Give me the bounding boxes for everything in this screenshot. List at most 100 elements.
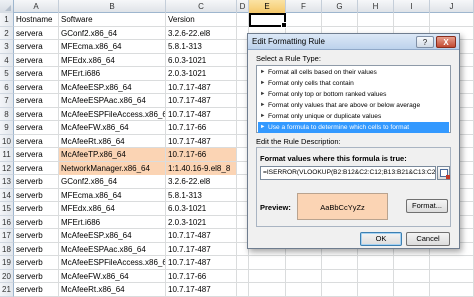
software-cell[interactable]: McAfeeESPAac.x86_64 (59, 94, 166, 107)
row-header[interactable]: 1 (0, 13, 14, 27)
row-header[interactable]: 9 (0, 121, 14, 135)
hostname-cell[interactable]: serverb (14, 175, 59, 188)
software-cell[interactable]: NetworkManager.x86_64 (59, 161, 166, 175)
hostname-cell[interactable]: servera (14, 134, 59, 148)
empty-cell[interactable] (394, 256, 430, 269)
version-cell[interactable]: 3.2.6-22.el8 (166, 26, 237, 40)
row-header[interactable]: 7 (0, 94, 14, 108)
software-cell[interactable]: MFErt.i686 (59, 67, 166, 80)
empty-cell[interactable] (249, 256, 286, 269)
hostname-cell[interactable]: servera (14, 53, 59, 67)
hostname-cell[interactable]: Hostname (14, 13, 59, 26)
hostname-cell[interactable]: serverb (14, 188, 59, 202)
column-header-c[interactable]: C (166, 0, 237, 13)
empty-cell[interactable] (237, 256, 249, 269)
software-cell[interactable]: GConf2.x86_64 (59, 26, 166, 40)
row-header[interactable]: 6 (0, 80, 14, 94)
rule-type-option[interactable]: Format only cells that contain (258, 78, 449, 89)
row-header[interactable]: 5 (0, 67, 14, 81)
software-cell[interactable]: GConf2.x86_64 (59, 175, 166, 188)
version-cell[interactable]: 10.7.17-487 (166, 256, 237, 269)
software-cell[interactable]: McAfeeESP.x86_64 (59, 229, 166, 242)
software-cell[interactable]: McAfeeFW.x86_64 (59, 121, 166, 134)
column-header-a[interactable]: A (14, 0, 59, 13)
empty-cell[interactable] (394, 283, 430, 296)
version-cell[interactable]: 10.7.17-66 (166, 269, 237, 283)
rule-type-option[interactable]: Format only values that are above or bel… (258, 100, 449, 111)
row-header[interactable]: 18 (0, 242, 14, 256)
empty-cell[interactable] (358, 256, 394, 269)
hostname-cell[interactable]: servera (14, 148, 59, 161)
empty-cell[interactable] (322, 269, 358, 283)
hostname-cell[interactable]: servera (14, 161, 59, 175)
software-cell[interactable]: McAfeeTP.x86_64 (59, 148, 166, 161)
version-cell[interactable]: 5.8.1-313 (166, 188, 237, 202)
column-header-f[interactable]: F (286, 0, 322, 13)
hostname-cell[interactable]: serverb (14, 215, 59, 229)
version-cell[interactable]: 10.7.17-487 (166, 80, 237, 94)
version-cell[interactable]: 2.0.3-1021 (166, 215, 237, 229)
format-button[interactable]: Format... (406, 199, 448, 213)
version-cell[interactable]: 10.7.17-487 (166, 134, 237, 148)
software-cell[interactable]: MFEcma.x86_64 (59, 188, 166, 202)
version-cell[interactable]: 10.7.17-487 (166, 107, 237, 121)
row-header[interactable]: 21 (0, 283, 14, 297)
version-cell[interactable]: 10.7.17-487 (166, 94, 237, 107)
empty-cell[interactable] (286, 256, 322, 269)
close-button[interactable]: X (436, 36, 456, 48)
collapse-dialog-button[interactable] (437, 166, 450, 180)
empty-cell[interactable] (430, 13, 474, 26)
hostname-cell[interactable]: servera (14, 94, 59, 107)
row-header[interactable]: 13 (0, 175, 14, 189)
rule-type-option[interactable]: Format all cells based on their values (258, 67, 449, 78)
version-cell[interactable]: 2.0.3-1021 (166, 67, 237, 80)
empty-cell[interactable] (358, 269, 394, 283)
version-cell[interactable]: 1:1.40.16-9.el8_8 (166, 161, 237, 175)
software-cell[interactable]: McAfeeESP.x86_64 (59, 80, 166, 94)
empty-cell[interactable] (358, 13, 394, 26)
version-cell[interactable]: Version (166, 13, 237, 26)
column-header-i[interactable]: I (394, 0, 430, 13)
empty-cell[interactable] (249, 283, 286, 296)
column-header-g[interactable]: G (322, 0, 358, 13)
empty-cell[interactable] (286, 283, 322, 296)
row-header[interactable]: 11 (0, 148, 14, 162)
empty-cell[interactable] (237, 13, 249, 26)
ok-button[interactable]: OK (360, 232, 402, 246)
version-cell[interactable]: 10.7.17-66 (166, 121, 237, 134)
hostname-cell[interactable]: servera (14, 67, 59, 80)
software-cell[interactable]: Software (59, 13, 166, 26)
software-cell[interactable]: MFErt.i686 (59, 215, 166, 229)
row-header[interactable]: 4 (0, 53, 14, 67)
hostname-cell[interactable]: serverb (14, 269, 59, 283)
software-cell[interactable]: McAfeeRt.x86_64 (59, 283, 166, 296)
hostname-cell[interactable]: serverb (14, 242, 59, 256)
version-cell[interactable]: 5.8.1-313 (166, 40, 237, 53)
column-header-h[interactable]: H (358, 0, 394, 13)
active-cell-e1[interactable] (249, 13, 287, 28)
empty-cell[interactable] (322, 283, 358, 296)
help-button[interactable]: ? (416, 36, 434, 48)
hostname-cell[interactable]: serverb (14, 229, 59, 242)
row-header[interactable]: 12 (0, 161, 14, 175)
hostname-cell[interactable]: serverb (14, 256, 59, 269)
software-cell[interactable]: MFEdx.x86_64 (59, 202, 166, 215)
row-header[interactable]: 20 (0, 269, 14, 283)
empty-cell[interactable] (322, 256, 358, 269)
empty-cell[interactable] (430, 256, 474, 269)
rule-type-option[interactable]: Use a formula to determine which cells t… (258, 122, 449, 133)
hostname-cell[interactable]: serverb (14, 202, 59, 215)
hostname-cell[interactable]: serverb (14, 283, 59, 296)
row-header[interactable]: 16 (0, 215, 14, 229)
version-cell[interactable]: 10.7.17-66 (166, 148, 237, 161)
empty-cell[interactable] (237, 283, 249, 296)
empty-cell[interactable] (322, 13, 358, 26)
software-cell[interactable]: McAfeeESPFileAccess.x86_64 (59, 256, 166, 269)
rule-type-option[interactable]: Format only unique or duplicate values (258, 111, 449, 122)
dialog-titlebar[interactable]: Edit Formatting Rule ? X (248, 34, 459, 50)
version-cell[interactable]: 10.7.17-487 (166, 229, 237, 242)
version-cell[interactable]: 6.0.3-1021 (166, 202, 237, 215)
hostname-cell[interactable]: servera (14, 40, 59, 53)
empty-cell[interactable] (286, 269, 322, 283)
cancel-button[interactable]: Cancel (406, 232, 450, 246)
